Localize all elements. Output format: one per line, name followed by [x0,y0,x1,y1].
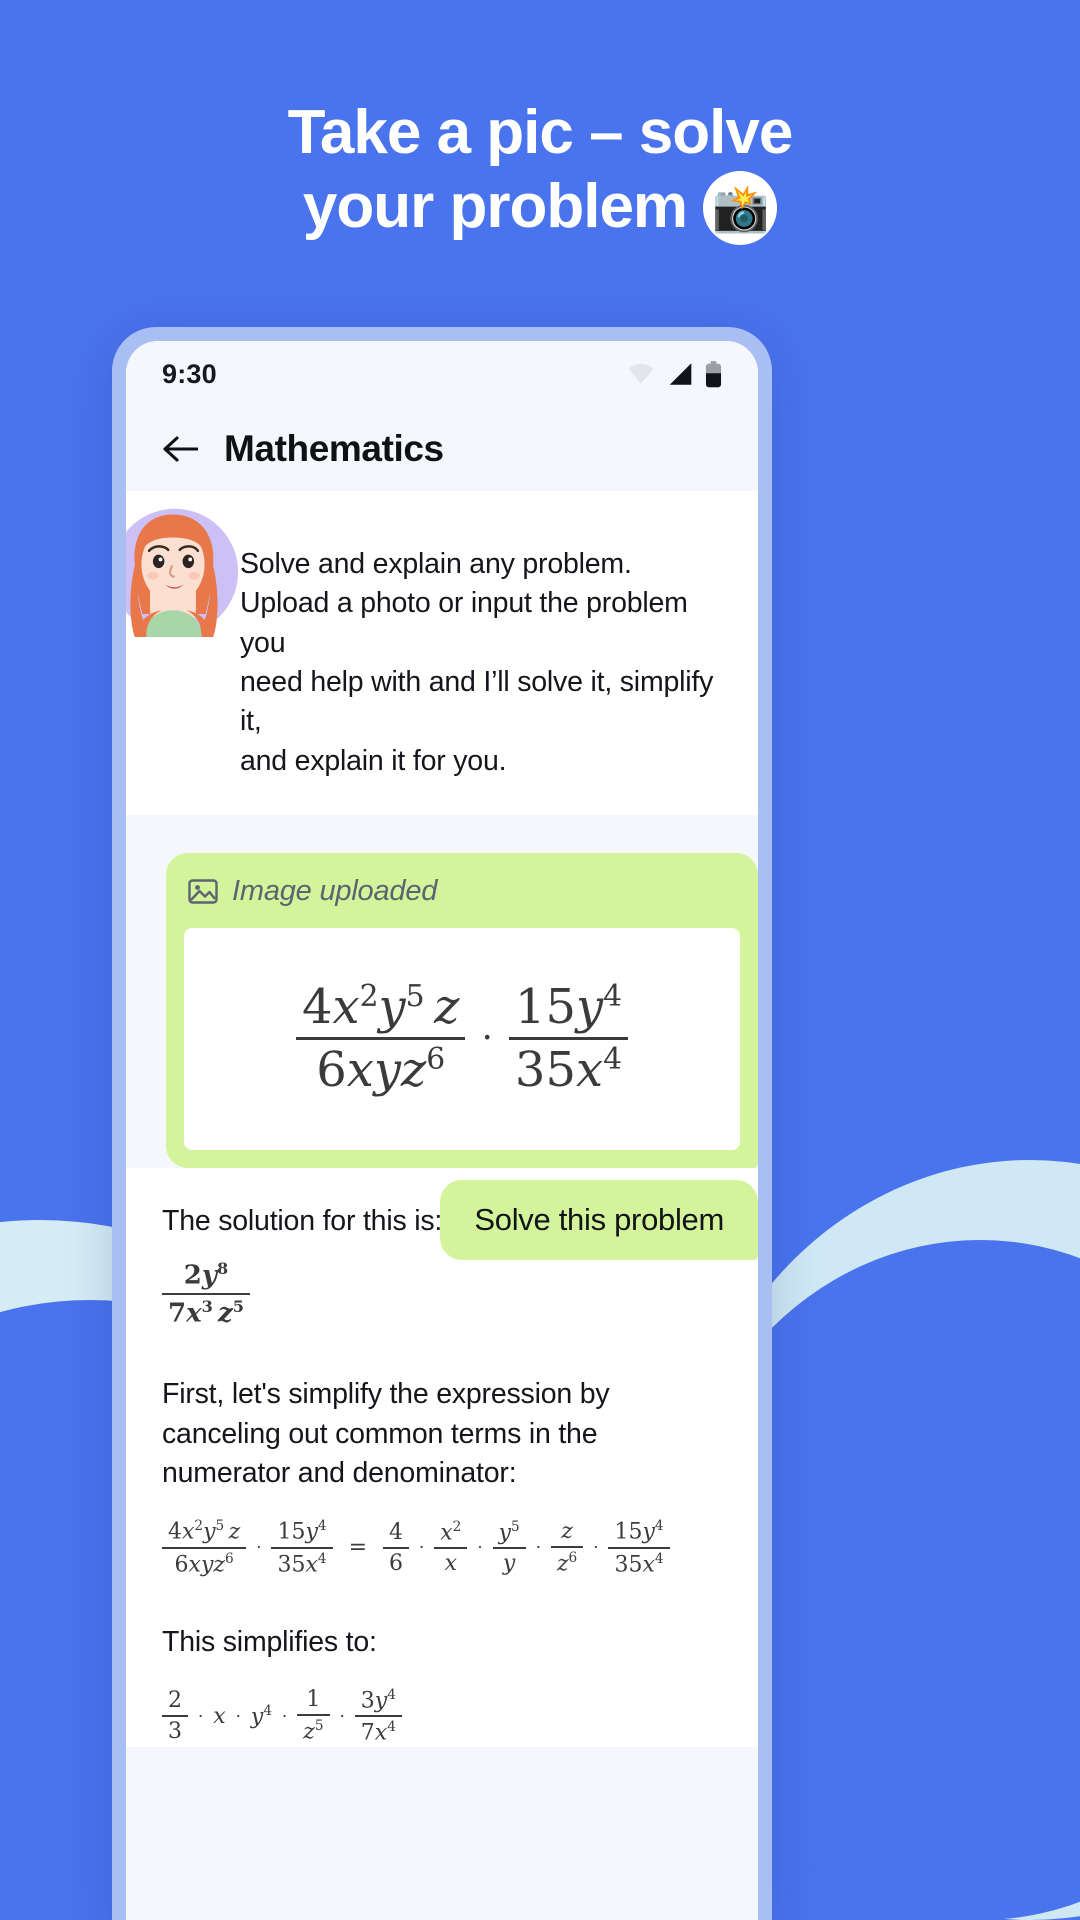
page-title: Mathematics [224,428,444,469]
step-ratio-2: x2 x [434,1517,468,1578]
status-bar: 9:30 [126,341,758,407]
result-numerator: 2y8 [183,1259,229,1291]
final-dot: · [282,1706,288,1726]
step-ratio-4: z z6 [550,1517,584,1578]
equals-sign: = [348,1535,367,1561]
final-line-math: 2 3 · x · y4 · 1 z5 · 3y4 7x4 [126,1663,758,1748]
simplifies-label: This simplifies to: [162,1625,377,1658]
user-image-message[interactable]: Image uploaded 4x2y5 z 6xyz6 · 15y4 35x4 [166,852,758,1168]
step-ratio-1: 4 6 [383,1518,409,1578]
uploaded-formula: 4x2y5 z 6xyz6 · 15y4 35x4 [295,977,629,1100]
formula-left-fraction: 4x2y5 z 6xyz6 [295,977,466,1100]
chat-thread: Solve and explain any problem. Upload a … [126,491,758,1748]
step-dot: · [256,1538,262,1558]
image-uploaded-label: Image uploaded [232,874,438,907]
app-bar: Mathematics [126,407,758,491]
user-image-message-row: Image uploaded 4x2y5 z 6xyz6 · 15y4 35x4 [126,837,758,1168]
final-dot: · [198,1706,204,1726]
step-dot: · [419,1538,425,1558]
step-ratio-3: y5 y [492,1517,526,1578]
image-icon [188,879,218,904]
promo-headline: Take a pic – solve your problem 📸 [0,96,1080,245]
assistant-answer-block: Solve this problem The solution for this… [126,1167,758,1748]
final-term-3: y4 [250,1702,273,1730]
final-term-2: x [213,1703,226,1729]
final-dot: · [235,1706,241,1726]
uploaded-formula-card: 4x2y5 z 6xyz6 · 15y4 35x4 [184,927,740,1150]
step-dot: · [535,1538,541,1558]
step-dot: · [593,1538,599,1558]
headline-line-2: your problem [302,172,688,242]
camera-icon: 📸 [703,170,778,245]
final-dot: · [339,1706,345,1726]
battery-icon [705,360,722,387]
headline-line-1: Take a pic – solve [287,98,794,167]
status-time: 9:30 [162,358,217,389]
step-term-1: 4x2y5 z 6xyz6 [162,1516,247,1579]
intro-line-2: Upload a photo or input the problem you [240,587,688,659]
status-icons [626,360,722,388]
explanation-line-3: numerator and denominator: [162,1457,517,1490]
step-ratio-5: 15y4 35x4 [608,1516,670,1579]
chat-gap [126,814,758,837]
step-dot: · [477,1538,483,1558]
signal-icon [669,363,692,385]
formula-right-denominator: 35x4 [514,1042,623,1099]
answer-steps-math: 4x2y5 z 6xyz6 · 15y4 35x4 = 4 6 · x2 x ·… [126,1494,758,1579]
headline-line-2-row: your problem 📸 [0,170,1080,245]
assistant-avatar [126,508,239,637]
final-chain: 2 3 · x · y4 · 1 z5 · 3y4 7x4 [162,1685,402,1748]
formula-right-numerator: 15y4 [514,979,623,1036]
formula-left-denominator: 6xyz6 [316,1042,446,1099]
image-uploaded-header: Image uploaded [184,875,740,928]
user-text-message[interactable]: Solve this problem [440,1179,758,1260]
answer-explanation: First, let's simplify the expression by … [126,1331,758,1495]
phone-screen: 9:30 Mathematics Solve and explain any p… [126,341,758,1920]
answer-result-fraction: 2y8 7x3 z5 [162,1257,251,1330]
wifi-icon [628,363,654,384]
intro-line-3: need help with and I’ll solve it, simpli… [240,665,714,738]
phone-mockup: 9:30 Mathematics Solve and explain any p… [112,327,772,1920]
steps-chain: 4x2y5 z 6xyz6 · 15y4 35x4 = 4 6 · x2 x ·… [162,1516,670,1579]
intro-line-4: and explain it for you. [240,744,507,777]
assistant-intro-message: Solve and explain any problem. Upload a … [126,491,758,815]
back-arrow-icon[interactable] [162,434,198,464]
explanation-line-2: canceling out common terms in the [162,1417,598,1450]
step-term-2: 15y4 35x4 [271,1516,333,1579]
final-term-5: 3y4 7x4 [354,1685,402,1748]
formula-left-numerator: 4x2y5 z [301,979,460,1036]
final-term-1: 2 3 [162,1686,188,1746]
assistant-intro-text: Solve and explain any problem. Upload a … [240,517,758,781]
user-text-message-row: Solve this problem [440,1179,758,1260]
formula-operator: · [481,1018,493,1060]
explanation-line-1: First, let's simplify the expression by [162,1377,610,1410]
formula-right-fraction: 15y4 35x4 [508,977,629,1100]
intro-line-1: Solve and explain any problem. [240,548,632,580]
result-denominator: 7x3 z5 [168,1296,245,1329]
final-term-4: 1 z5 [297,1685,330,1746]
